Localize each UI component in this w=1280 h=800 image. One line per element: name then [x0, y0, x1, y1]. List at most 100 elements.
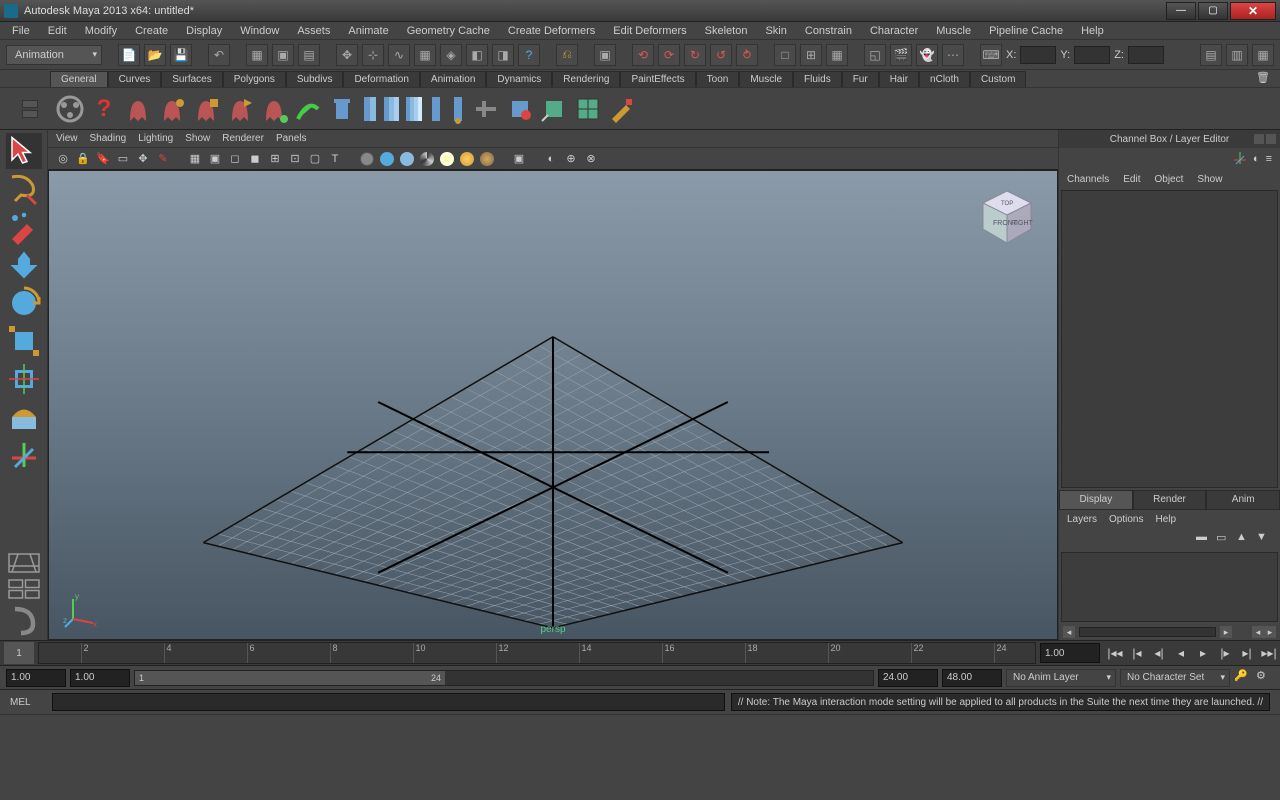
viewmenu-renderer[interactable]: Renderer: [222, 133, 264, 144]
shelf-tab-hair[interactable]: Hair: [879, 71, 919, 87]
shelf-tab-fluids[interactable]: Fluids: [793, 71, 842, 87]
viewmenu-view[interactable]: View: [56, 133, 78, 144]
vt-safe-action-icon[interactable]: ⊡: [286, 150, 304, 168]
auto-key-icon[interactable]: 🔑: [1234, 669, 1252, 687]
menu-pipelinecache[interactable]: Pipeline Cache: [983, 24, 1069, 38]
vt-bookmark-icon[interactable]: 🔖: [94, 150, 112, 168]
menu-display[interactable]: Display: [180, 24, 228, 38]
layout-single-icon[interactable]: □: [774, 44, 796, 66]
sidebar-toggle-2-icon[interactable]: ▥: [1226, 44, 1248, 66]
vt-wireframe-icon[interactable]: T: [326, 150, 344, 168]
step-back-key-icon[interactable]: |◂: [1126, 643, 1148, 663]
snap-view-icon[interactable]: ◧: [466, 44, 488, 66]
prefs-icon[interactable]: ⚙: [1256, 669, 1274, 687]
command-input[interactable]: [52, 693, 725, 711]
vt-film-gate-icon[interactable]: ▣: [206, 150, 224, 168]
channel-menu-show[interactable]: Show: [1197, 174, 1222, 185]
channel-menu-edit[interactable]: Edit: [1123, 174, 1140, 185]
shelf-key-3-icon[interactable]: [404, 93, 424, 125]
channel-menu-channels[interactable]: Channels: [1067, 174, 1109, 185]
shelf-tab-toon[interactable]: Toon: [696, 71, 740, 87]
shelf-arrow-icon[interactable]: [292, 93, 324, 125]
menu-create[interactable]: Create: [129, 24, 174, 38]
play-fwd-icon[interactable]: ▸: [1192, 643, 1214, 663]
shelf-box-green-icon[interactable]: [538, 93, 570, 125]
vt-gate-mask-icon[interactable]: ◼: [246, 150, 264, 168]
show-manip-tool-icon[interactable]: [6, 437, 42, 473]
vt-lock-cam-icon[interactable]: 🔒: [74, 150, 92, 168]
shelf-help-icon[interactable]: ?: [88, 93, 120, 125]
vt-shadows-icon[interactable]: [478, 150, 496, 168]
shelf-tab-muscle[interactable]: Muscle: [739, 71, 793, 87]
shelf-playblast-icon[interactable]: [54, 93, 86, 125]
vt-shade-flat-icon[interactable]: [398, 150, 416, 168]
sidebar-toggle-3-icon[interactable]: ▦: [1252, 44, 1274, 66]
new-scene-icon[interactable]: 📄: [118, 44, 140, 66]
channel-speed-icon[interactable]: ◐: [1253, 153, 1260, 165]
ipr-icon[interactable]: ⟲: [632, 44, 654, 66]
range-handle[interactable]: 1 24: [135, 671, 445, 685]
render-frame-icon[interactable]: ▣: [594, 44, 616, 66]
viewmenu-lighting[interactable]: Lighting: [138, 133, 173, 144]
layer-down-icon[interactable]: ▼: [1256, 531, 1272, 547]
viewmenu-shading[interactable]: Shading: [90, 133, 127, 144]
vt-grid-icon[interactable]: ▦: [186, 150, 204, 168]
select-hierarchy-icon[interactable]: ▦: [246, 44, 268, 66]
shelf-tab-general[interactable]: General: [50, 71, 108, 87]
vt-grease-icon[interactable]: ✎: [154, 150, 172, 168]
shelf-tab-painteffects[interactable]: PaintEffects: [620, 71, 695, 87]
render-region-icon[interactable]: ⟳: [658, 44, 680, 66]
shelf-mode-icons[interactable]: [8, 88, 52, 130]
menu-muscle[interactable]: Muscle: [930, 24, 977, 38]
layer-up-icon[interactable]: ▲: [1236, 531, 1252, 547]
rotate-tool-icon[interactable]: [6, 285, 42, 321]
channel-manip-icon[interactable]: [1233, 151, 1247, 168]
vt-select-cam-icon[interactable]: ◎: [54, 150, 72, 168]
menu-editdeformers[interactable]: Edit Deformers: [607, 24, 692, 38]
shelf-key-2-icon[interactable]: [382, 93, 402, 125]
shelf-tab-animation[interactable]: Animation: [420, 71, 486, 87]
vt-isolate-icon[interactable]: ▣: [510, 150, 528, 168]
scroll-right-2-icon[interactable]: ▸: [1264, 626, 1276, 638]
go-start-icon[interactable]: |◂◂: [1104, 643, 1126, 663]
vt-light-all-icon[interactable]: [438, 150, 456, 168]
anim-layer-dropdown[interactable]: No Anim Layer: [1006, 669, 1116, 687]
render-globals-icon[interactable]: ↺: [710, 44, 732, 66]
snap-toggle-icon[interactable]: ◨: [492, 44, 514, 66]
layout-custom-icon[interactable]: ▦: [826, 44, 848, 66]
save-scene-icon[interactable]: 💾: [170, 44, 192, 66]
layer-menu-help[interactable]: Help: [1155, 514, 1176, 525]
layer-tab-anim[interactable]: Anim: [1206, 490, 1280, 510]
module-selector[interactable]: Animation: [6, 45, 102, 65]
layout-four-icon[interactable]: [6, 577, 42, 601]
scroll-left-icon[interactable]: ◂: [1063, 626, 1075, 638]
shelf-ghost-2-icon[interactable]: [156, 93, 188, 125]
shelf-box-grid-icon[interactable]: [572, 93, 604, 125]
menu-skin[interactable]: Skin: [759, 24, 792, 38]
range-track[interactable]: 1 24: [134, 670, 874, 686]
input-mode-icon[interactable]: ⌨: [980, 44, 1002, 66]
vt-shade-tex-icon[interactable]: [418, 150, 436, 168]
menu-animate[interactable]: Animate: [342, 24, 394, 38]
vt-shade-wire-icon[interactable]: [358, 150, 376, 168]
scroll-right-icon[interactable]: ▸: [1220, 626, 1232, 638]
shelf-key-4-icon[interactable]: [426, 93, 446, 125]
range-end-inner[interactable]: 24.00: [878, 669, 938, 687]
snap-curve-icon[interactable]: ⊹: [362, 44, 384, 66]
shelf-tab-surfaces[interactable]: Surfaces: [161, 71, 222, 87]
render-settings-icon[interactable]: ↻: [684, 44, 706, 66]
shelf-ghost-5-icon[interactable]: [258, 93, 290, 125]
time-start-frame[interactable]: 1: [4, 642, 34, 664]
viewmenu-panels[interactable]: Panels: [276, 133, 307, 144]
shelf-box-red-icon[interactable]: [504, 93, 536, 125]
move-tool-icon[interactable]: [6, 247, 42, 283]
shelf-tab-curves[interactable]: Curves: [108, 71, 162, 87]
close-button[interactable]: ✕: [1230, 2, 1276, 20]
go-end-icon[interactable]: ▸▸|: [1258, 643, 1280, 663]
range-end-outer[interactable]: 48.00: [942, 669, 1002, 687]
shelf-brush-icon[interactable]: [606, 93, 638, 125]
viewcube-icon[interactable]: FRONT RIGHT TOP: [975, 185, 1039, 249]
shelf-ghost-4-icon[interactable]: [224, 93, 256, 125]
undo-icon[interactable]: ↶: [208, 44, 230, 66]
channel-box-body[interactable]: [1061, 190, 1278, 488]
